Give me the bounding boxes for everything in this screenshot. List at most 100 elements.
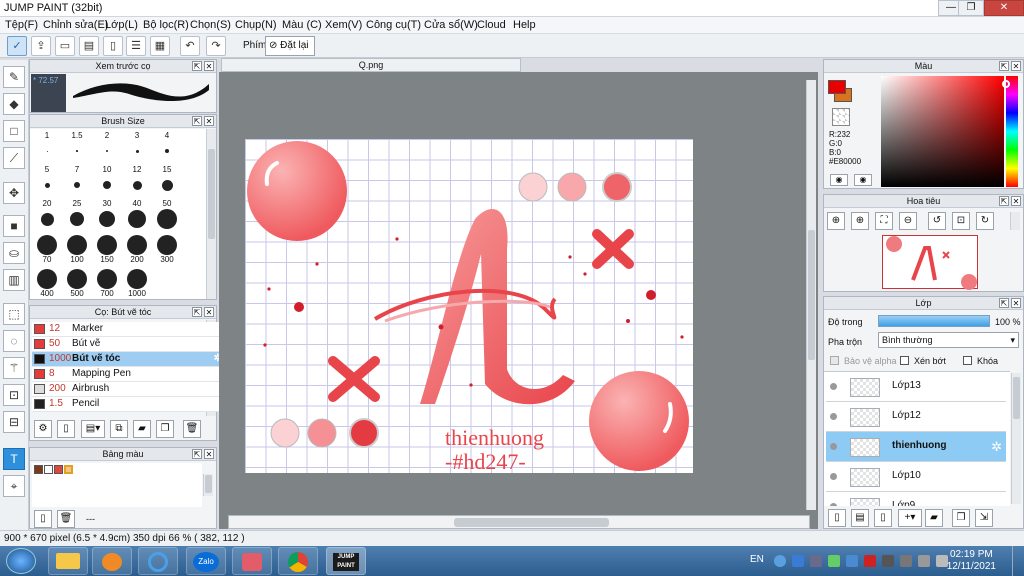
- brush-size-cell[interactable]: 1000: [122, 267, 152, 298]
- float-icon[interactable]: ⇱: [192, 449, 202, 459]
- redo-icon[interactable]: ↷: [206, 36, 226, 56]
- media-player-icon[interactable]: [92, 547, 132, 575]
- brush-size-cell[interactable]: 4: [152, 131, 182, 161]
- brush-menu-icon[interactable]: ▤▾: [81, 420, 105, 438]
- brush-size-cell[interactable]: 1: [32, 131, 62, 161]
- menu-window[interactable]: Cửa sổ(W): [424, 19, 478, 31]
- float-icon[interactable]: ⇱: [999, 196, 1009, 206]
- brush-size-cell[interactable]: 70: [32, 233, 62, 264]
- panel-close-icon[interactable]: ✕: [1011, 196, 1021, 206]
- zoom-in-plus-icon[interactable]: ⊕: [851, 212, 869, 230]
- brush-list-item[interactable]: 8 Mapping Pen: [32, 367, 228, 382]
- maximize-button[interactable]: ❐: [958, 0, 984, 16]
- brush-size-cell[interactable]: 50: [152, 199, 182, 229]
- layer-folder-icon[interactable]: ▰: [925, 509, 943, 527]
- merge-layer-icon[interactable]: ⇲: [975, 509, 993, 527]
- brush-size-cell[interactable]: 12: [122, 165, 152, 195]
- menu-select[interactable]: Chọn(S): [190, 19, 231, 31]
- brush-size-cell[interactable]: 150: [92, 233, 122, 264]
- brush-list-item[interactable]: 50 Bút vẽ: [32, 337, 228, 352]
- new-raster-layer-icon[interactable]: ▤: [851, 509, 869, 527]
- brush-size-scrollbar[interactable]: [206, 129, 216, 299]
- eraser-tool-icon[interactable]: ◆: [3, 93, 25, 115]
- float-icon[interactable]: ⇱: [192, 307, 202, 317]
- brush-tool-icon[interactable]: ✎: [3, 66, 25, 88]
- delete-palette-icon[interactable]: 🗑: [57, 510, 75, 528]
- trash-icon[interactable]: 🗑: [183, 420, 201, 438]
- brush-size-cell[interactable]: 3: [122, 131, 152, 161]
- panel-close-icon[interactable]: ✕: [204, 61, 214, 71]
- menu-file[interactable]: Tệp(F): [5, 19, 38, 31]
- tray-antivirus-icon[interactable]: [864, 555, 876, 567]
- brush-size-cell[interactable]: 7: [62, 165, 92, 195]
- menu-layer[interactable]: Lớp(L): [105, 19, 138, 31]
- brush-size-cell[interactable]: 20: [32, 199, 62, 229]
- brush-size-cell[interactable]: 400: [32, 267, 62, 298]
- panel-close-icon[interactable]: ✕: [1011, 298, 1021, 308]
- visibility-eye-icon[interactable]: [830, 503, 837, 506]
- select-pen-tool-icon[interactable]: ⊡: [3, 384, 25, 406]
- export-icon[interactable]: ⇪: [31, 36, 51, 56]
- brush-list-item[interactable]: 1.5 Pencil: [32, 397, 228, 412]
- float-icon[interactable]: ⇱: [192, 116, 202, 126]
- brush-size-cell[interactable]: 1.5: [62, 131, 92, 161]
- brush-size-cell[interactable]: 700: [92, 267, 122, 298]
- layer-row[interactable]: Lớp10: [826, 462, 1006, 492]
- float-icon[interactable]: ⇱: [192, 61, 202, 71]
- palette-scrollbar[interactable]: [203, 474, 213, 496]
- chrome-icon[interactable]: [278, 547, 318, 575]
- color-saturation-field[interactable]: [881, 76, 1004, 187]
- show-desktop-button[interactable]: [1012, 546, 1024, 576]
- eyedropper-tool-icon[interactable]: ⌖: [3, 475, 25, 497]
- jump-paint-icon[interactable]: JUMP PAINT: [326, 547, 366, 575]
- folder-icon[interactable]: ▰: [133, 420, 151, 438]
- visibility-eye-icon[interactable]: [830, 413, 837, 420]
- clip-checkbox[interactable]: [900, 356, 909, 365]
- brush-size-cell[interactable]: 300: [152, 233, 182, 264]
- comment-icon[interactable]: ▭: [55, 36, 75, 56]
- brush-size-cell[interactable]: 15: [152, 165, 182, 195]
- tray-battery-icon[interactable]: [882, 555, 894, 567]
- paint-tool-icon[interactable]: [232, 547, 272, 575]
- panel-close-icon[interactable]: ✕: [1011, 61, 1021, 71]
- layer-row[interactable]: Lớp12: [826, 402, 1006, 432]
- file-explorer-icon[interactable]: [48, 547, 88, 575]
- menu-cloud[interactable]: Cloud: [477, 19, 506, 31]
- brush-list-item[interactable]: 1000 Bút vẽ tóc ✲: [32, 352, 228, 367]
- menu-color[interactable]: Màu (C): [282, 19, 322, 31]
- layer-row[interactable]: Lớp13: [826, 372, 1006, 402]
- visibility-eye-icon[interactable]: [830, 383, 837, 390]
- settings-icon[interactable]: ◉: [854, 174, 872, 186]
- start-button[interactable]: [6, 548, 36, 574]
- reset-button[interactable]: ⊘ Đặt lại: [265, 36, 315, 56]
- check-icon[interactable]: ✓: [7, 36, 27, 56]
- grid-icon[interactable]: ▦: [150, 36, 170, 56]
- menu-tools[interactable]: Công cụ(T): [366, 19, 421, 31]
- canvas-horizontal-scrollbar[interactable]: [228, 515, 810, 529]
- copy-brush-icon[interactable]: ⧉: [110, 420, 128, 438]
- reset-view-icon[interactable]: ⊡: [952, 212, 970, 230]
- menu-view[interactable]: Xem(V): [325, 19, 362, 31]
- document-tab[interactable]: Q.png: [221, 58, 521, 72]
- layer-scrollbar[interactable]: [1011, 373, 1021, 504]
- transparent-swatch[interactable]: [832, 108, 850, 126]
- clock[interactable]: 02:19 PM 12/11/2021: [947, 549, 996, 573]
- panel-close-icon[interactable]: ✕: [204, 116, 214, 126]
- brush-size-cell[interactable]: 2: [92, 131, 122, 161]
- layer-gear-icon[interactable]: ✲: [991, 439, 1002, 455]
- menu-help[interactable]: Help: [513, 19, 536, 31]
- menu-edit[interactable]: Chỉnh sửa(E): [43, 19, 108, 31]
- brush-size-cell[interactable]: 500: [62, 267, 92, 298]
- zoom-out-icon[interactable]: ⊖: [899, 212, 917, 230]
- navigator-scrollbar[interactable]: [1010, 212, 1020, 230]
- brush-size-cell[interactable]: 100: [62, 233, 92, 264]
- duplicate-layer-icon[interactable]: ❐: [952, 509, 970, 527]
- opacity-slider[interactable]: [878, 315, 990, 327]
- layer-icon[interactable]: ▤: [79, 36, 99, 56]
- language-indicator[interactable]: EN: [750, 554, 764, 565]
- zoom-in-icon[interactable]: ⊕: [827, 212, 845, 230]
- rect-tool-icon[interactable]: □: [3, 120, 25, 142]
- zalo-app-icon[interactable]: Zalo: [186, 547, 226, 575]
- tray-flag-icon[interactable]: [900, 555, 912, 567]
- rotate-left-icon[interactable]: ↺: [928, 212, 946, 230]
